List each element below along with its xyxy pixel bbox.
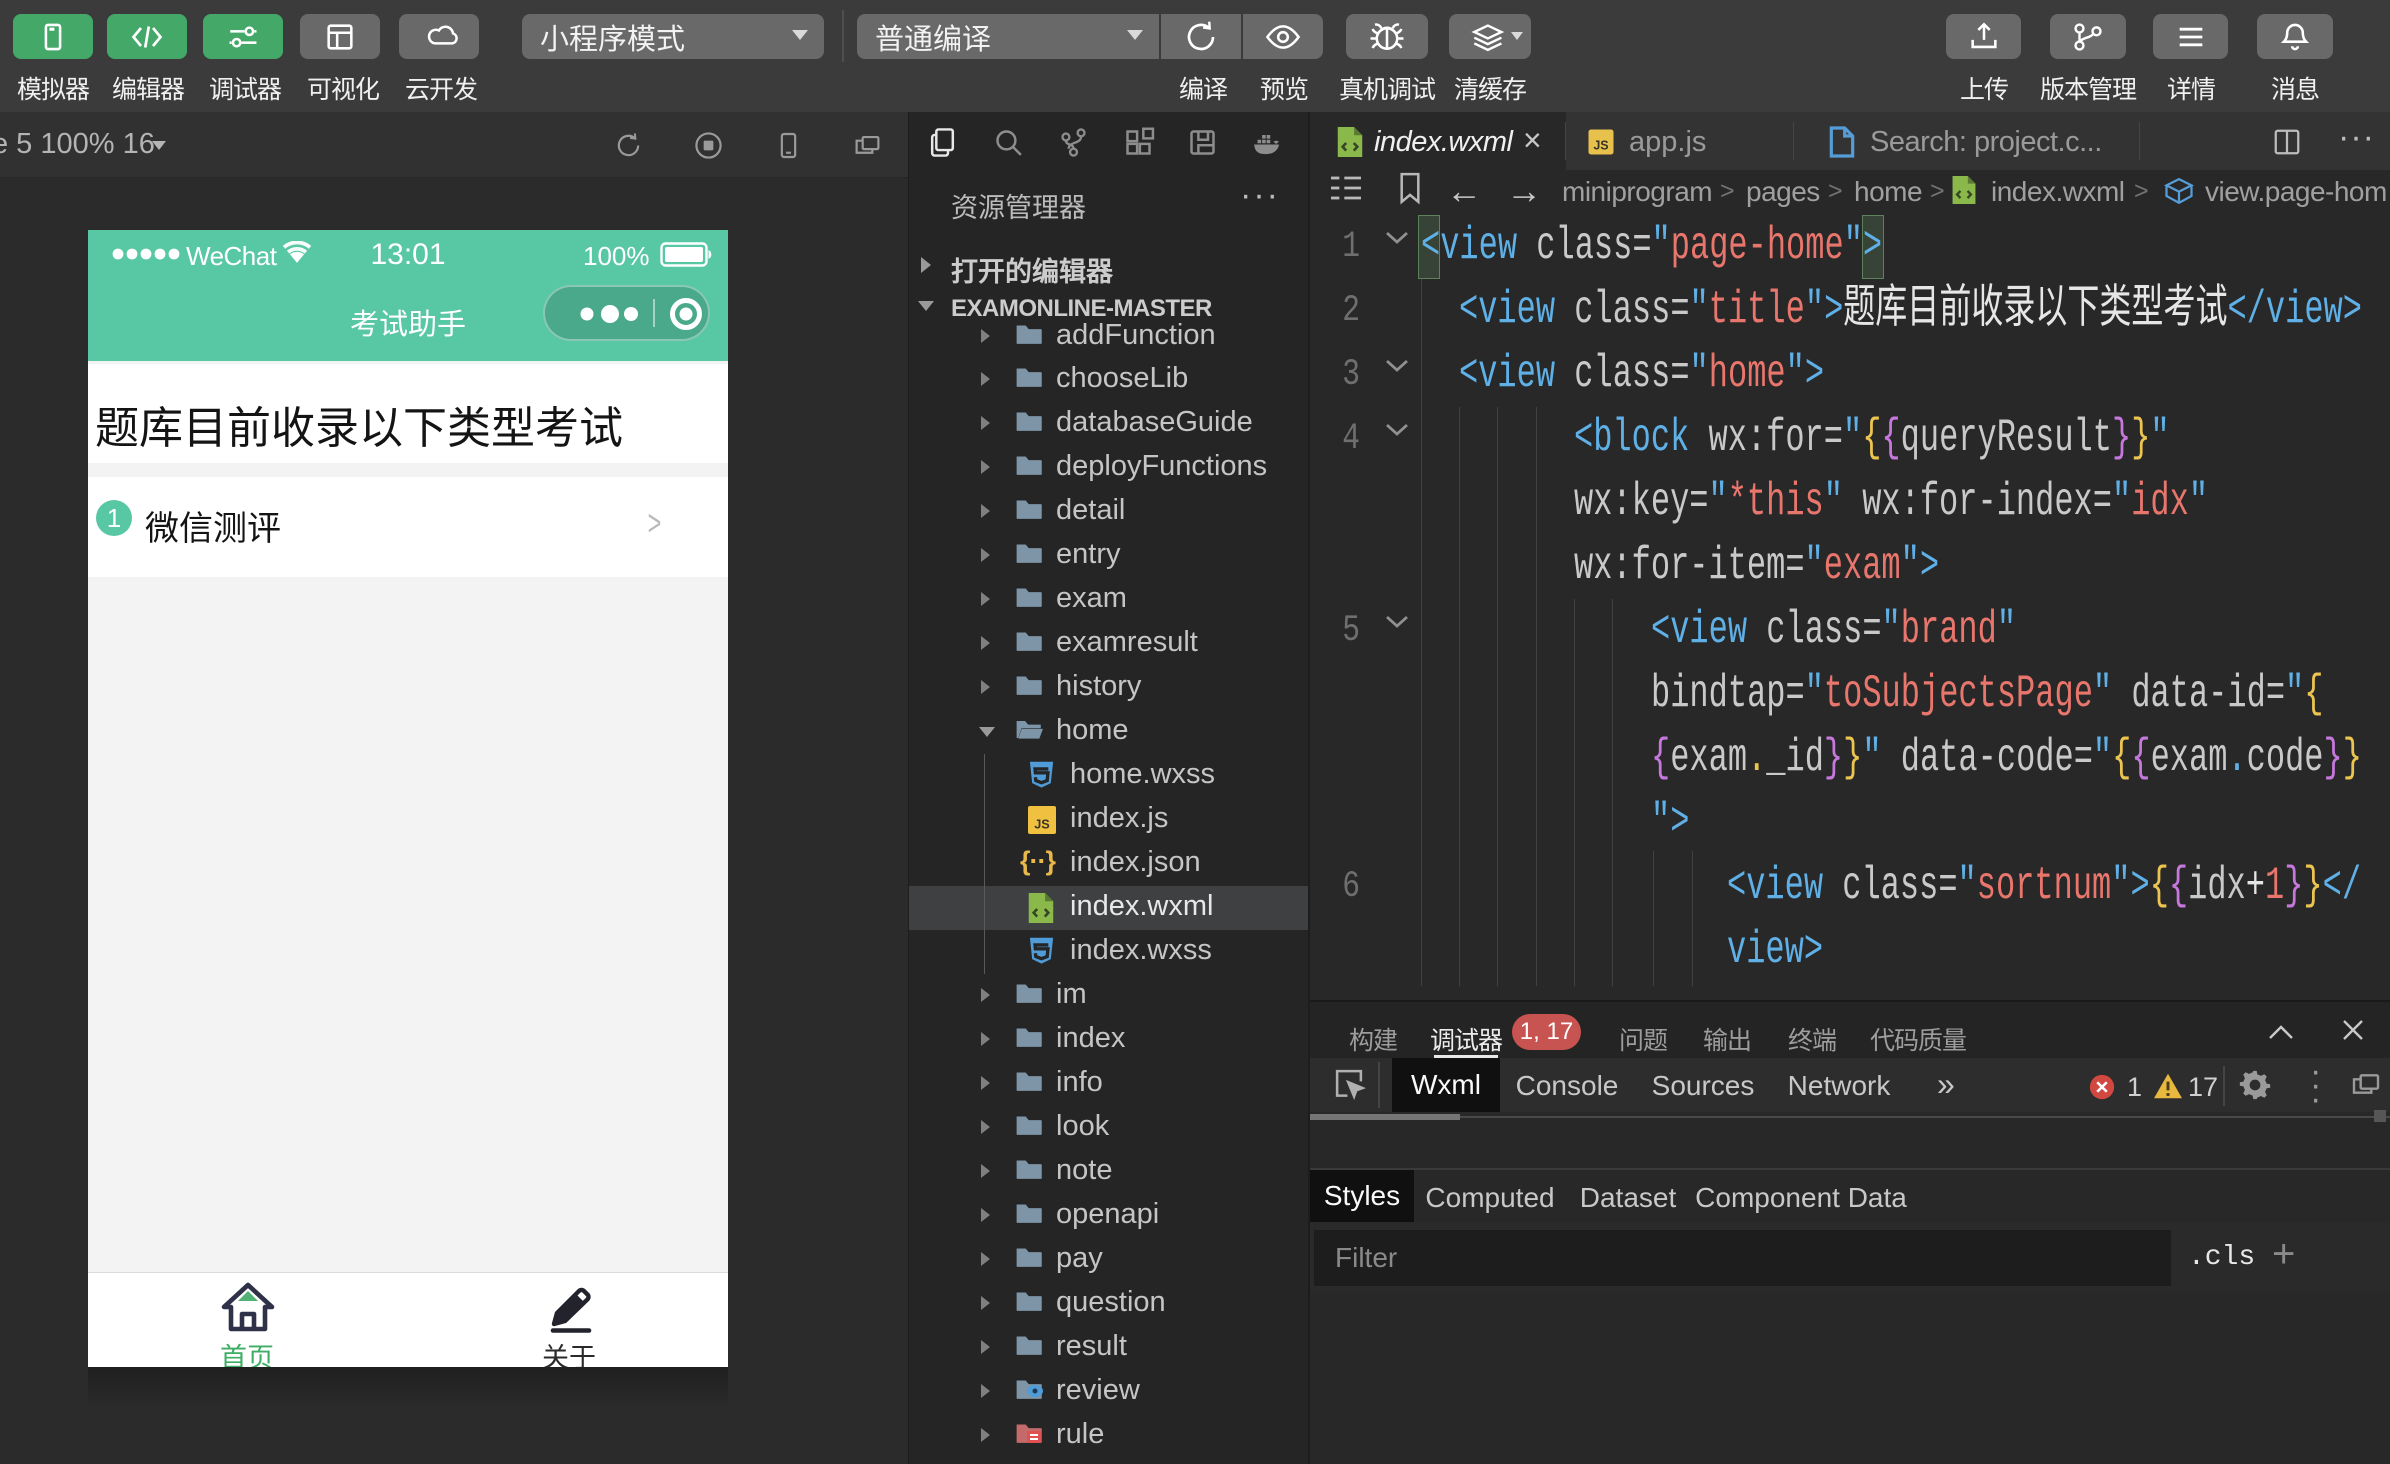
svg-text:JS: JS	[1593, 139, 1608, 153]
svg-text:JS: JS	[1034, 818, 1049, 832]
